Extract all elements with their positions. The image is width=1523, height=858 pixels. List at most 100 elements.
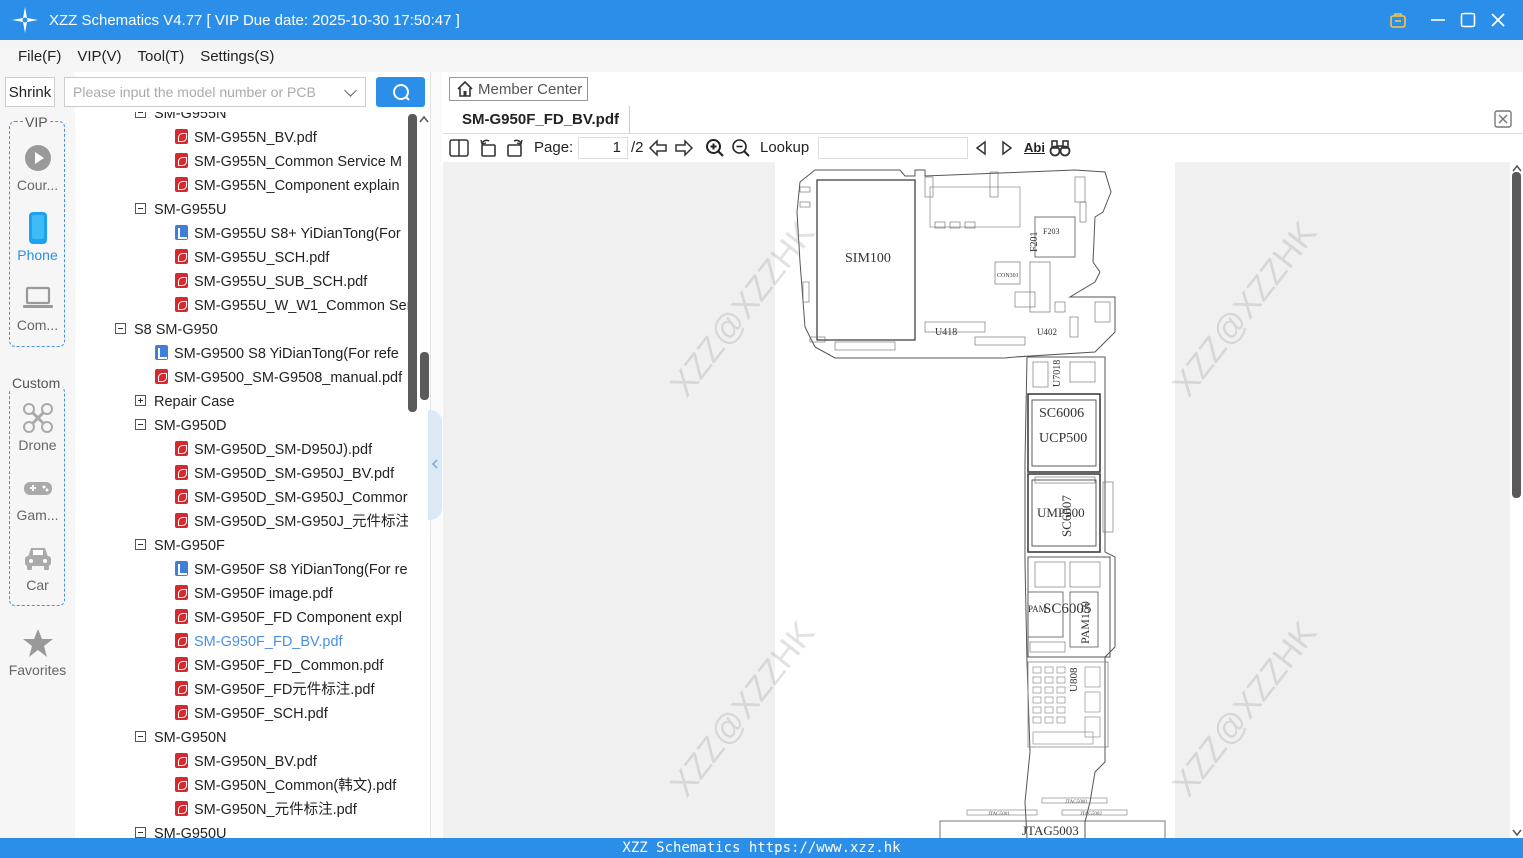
- tree-folder[interactable]: S8 SM-G950: [115, 318, 218, 342]
- shrink-button[interactable]: Shrink: [5, 77, 55, 107]
- window-title: XZZ Schematics V4.77 [ VIP Due date: 202…: [49, 11, 460, 29]
- sidebar-item-label: Com...: [16, 317, 59, 333]
- match-case-icon[interactable]: Abi: [1024, 140, 1045, 155]
- tree-file[interactable]: SM-G950F S8 YiDianTong(For re: [175, 558, 408, 582]
- tree-scrollbar-thumb[interactable]: [408, 114, 417, 412]
- rotate-left-icon[interactable]: [477, 137, 499, 159]
- tree-file[interactable]: SM-G950N_BV.pdf: [175, 750, 317, 774]
- tree-item-label: SM-G955U_SCH.pdf: [194, 250, 330, 266]
- tab-divider: [443, 133, 1523, 134]
- close-icon[interactable]: [1486, 8, 1510, 32]
- viewer-scrollbar-thumb[interactable]: [1512, 172, 1521, 498]
- tree-item-label: SM-G950F_FD_BV.pdf: [194, 634, 343, 650]
- vip-bag-icon[interactable]: [1386, 8, 1410, 32]
- tree-file[interactable]: SM-G955N_Component explain: [175, 174, 400, 198]
- tree-item-label: SM-G955U_SUB_SCH.pdf: [194, 274, 368, 290]
- tree-file[interactable]: SM-G950N_Common(韩文).pdf: [175, 774, 396, 798]
- tree-file[interactable]: SM-G950F_FD Component expl: [175, 606, 402, 630]
- tree-file[interactable]: SM-G955N_BV.pdf: [175, 126, 317, 150]
- tree-file[interactable]: SM-G950F_FD元件标注.pdf: [175, 678, 375, 702]
- tree-folder[interactable]: SM-G950U: [135, 822, 227, 838]
- sidebar-item-car[interactable]: Car: [5, 541, 70, 593]
- tree-item-label: SM-G950F: [154, 538, 225, 554]
- pdf-file-icon: [175, 248, 188, 264]
- collapse-toggle-icon[interactable]: [135, 826, 146, 838]
- menu-file[interactable]: File(F): [18, 48, 61, 65]
- tree-folder[interactable]: SM-G950F: [135, 534, 225, 558]
- tree-file[interactable]: SM-G950F_FD_Common.pdf: [175, 654, 383, 678]
- tree-folder[interactable]: SM-G950N: [135, 726, 227, 750]
- close-tab-icon[interactable]: [1494, 110, 1512, 128]
- scroll-down-icon[interactable]: [1511, 828, 1523, 838]
- model-search-input[interactable]: Please input the model number or PCB: [64, 77, 366, 107]
- schematic-label: U7018: [1052, 360, 1063, 387]
- tree-file[interactable]: SM-G955U_W_W1_Common Ser: [175, 294, 408, 318]
- expand-toggle-icon[interactable]: [135, 394, 146, 406]
- menu-vip[interactable]: VIP(V): [77, 48, 121, 65]
- next-page-icon[interactable]: [673, 137, 695, 159]
- member-center-button[interactable]: Member Center: [449, 77, 588, 101]
- find-prev-icon[interactable]: [970, 137, 992, 159]
- menu-tool[interactable]: Tool(T): [138, 48, 185, 65]
- tree-file[interactable]: SM-G950N_元件标注.pdf: [175, 798, 357, 822]
- pdf-file-icon: [175, 296, 188, 312]
- sidebar-item-phone[interactable]: Phone: [5, 211, 70, 263]
- schematic-label: JTAG5002: [1080, 812, 1102, 817]
- tree-file[interactable]: SM-G955N_Common Service M: [175, 150, 402, 174]
- tree-file[interactable]: SM-G950F image.pdf: [175, 582, 333, 606]
- collapse-toggle-icon[interactable]: [135, 730, 146, 742]
- tree-file[interactable]: SM-G955U_SUB_SCH.pdf: [175, 270, 367, 294]
- page-number-input[interactable]: 1: [578, 137, 628, 159]
- sidebar-item-favorites[interactable]: Favorites: [5, 626, 70, 678]
- tree-file[interactable]: SM-G950F_FD_BV.pdf: [175, 630, 343, 654]
- prev-page-icon[interactable]: [647, 137, 669, 159]
- panel-scrollbar-thumb[interactable]: [420, 352, 429, 400]
- tree-item-label: SM-G955N_Common Service M: [194, 154, 402, 170]
- sidebar-item-courses[interactable]: Cour...: [5, 141, 70, 193]
- collapse-panel-tab[interactable]: [428, 410, 442, 520]
- sidebar-item-label: Cour...: [16, 177, 59, 193]
- rotate-right-icon[interactable]: [504, 137, 526, 159]
- tree-file[interactable]: SM-G950D_SM-G950J_BV.pdf: [175, 462, 394, 486]
- collapse-toggle-icon[interactable]: [115, 322, 126, 334]
- binoculars-icon[interactable]: [1049, 137, 1071, 159]
- search-button[interactable]: [376, 77, 425, 107]
- tree-folder[interactable]: SM-G950D: [135, 414, 227, 438]
- sidebar-item-games[interactable]: Gam...: [5, 471, 70, 523]
- tree-file[interactable]: SM-G950D_SM-G950J_元件标注.: [175, 510, 408, 534]
- tree-folder[interactable]: Repair Case: [135, 390, 235, 414]
- collapse-toggle-icon[interactable]: [135, 418, 146, 430]
- minimize-icon[interactable]: [1426, 8, 1450, 32]
- zoom-out-icon[interactable]: [730, 137, 752, 159]
- tree-file[interactable]: SM-G9500 S8 YiDianTong(For refe: [155, 342, 399, 366]
- collapse-toggle-icon[interactable]: [135, 112, 146, 118]
- tab-document[interactable]: SM-G950F_FD_BV.pdf: [448, 106, 630, 133]
- play-circle-icon: [5, 141, 70, 175]
- tree-file[interactable]: SM-G955U_SCH.pdf: [175, 246, 329, 270]
- tree-file[interactable]: SM-G950D_SM-D950J).pdf: [175, 438, 372, 462]
- tree-file[interactable]: SM-G955U S8+ YiDianTong(For: [175, 222, 401, 246]
- tree-item-label: SM-G950U: [154, 826, 227, 838]
- lookup-input[interactable]: [818, 137, 968, 159]
- find-next-icon[interactable]: [996, 137, 1018, 159]
- tree-item-label: SM-G950F_SCH.pdf: [194, 706, 328, 722]
- scroll-up-icon[interactable]: [418, 114, 430, 124]
- pdf-canvas[interactable]: SIM100 F201 F203 CON301 U418 U402 SC6006…: [443, 162, 1510, 838]
- sidebar-item-computer[interactable]: Com...: [5, 281, 70, 333]
- menu-settings[interactable]: Settings(S): [200, 48, 274, 65]
- tree-item-label: SM-G950D_SM-G950J_BV.pdf: [194, 466, 395, 482]
- search-placeholder: Please input the model number or PCB: [73, 84, 316, 100]
- tree-file[interactable]: SM-G950F_SCH.pdf: [175, 702, 328, 726]
- chevron-down-icon[interactable]: [344, 84, 357, 97]
- maximize-icon[interactable]: [1456, 8, 1480, 32]
- collapse-toggle-icon[interactable]: [135, 538, 146, 550]
- collapse-toggle-icon[interactable]: [135, 202, 146, 214]
- sidebar-item-drone[interactable]: Drone: [5, 401, 70, 453]
- tree-folder[interactable]: SM-G955U: [135, 198, 227, 222]
- tree-file[interactable]: SM-G950D_SM-G950J_Commor: [175, 486, 408, 510]
- scroll-up-icon[interactable]: [1511, 163, 1523, 173]
- tree-folder[interactable]: SM-G955N: [135, 112, 227, 126]
- zoom-in-icon[interactable]: [704, 137, 726, 159]
- sidebar-toggle-icon[interactable]: [448, 137, 470, 159]
- tree-file[interactable]: SM-G9500_SM-G9508_manual.pdf: [155, 366, 402, 390]
